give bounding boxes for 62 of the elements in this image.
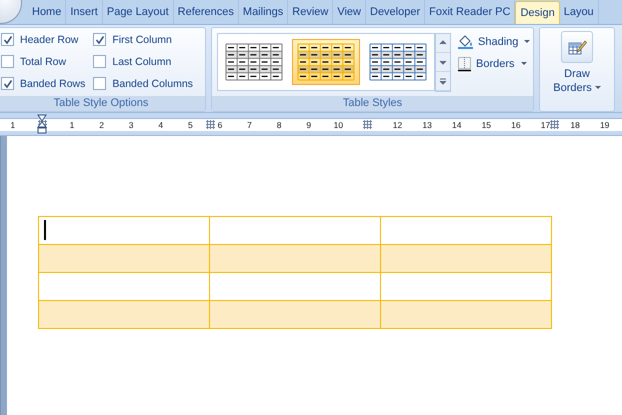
- column-marker-icon[interactable]: [550, 120, 559, 128]
- paint-bucket-icon: [457, 34, 475, 50]
- ruler-number: 14: [452, 118, 462, 130]
- checkbox[interactable]: [93, 55, 106, 68]
- gallery-more-button[interactable]: [436, 72, 450, 91]
- scroll-up-button[interactable]: [436, 34, 450, 53]
- checkbox-label: Header Row: [20, 34, 78, 46]
- ruler-number: 5: [188, 118, 193, 130]
- ruler-number: 9: [306, 118, 312, 130]
- ribbon-tab[interactable]: View: [333, 0, 366, 24]
- caret-icon: [594, 86, 601, 90]
- table-style-thumbnail[interactable]: [292, 39, 360, 85]
- ruler-number: 15: [482, 118, 492, 130]
- ruler-number: 8: [276, 118, 282, 130]
- ruler-number: 4: [158, 118, 164, 130]
- ribbon-tab[interactable]: Review: [288, 0, 334, 24]
- checkbox-label: Banded Columns: [112, 78, 193, 90]
- ribbon-tab[interactable]: Insert: [66, 0, 103, 24]
- expand-icon: [437, 76, 449, 86]
- ruler-number: 19: [600, 118, 610, 130]
- caret-icon: [520, 62, 527, 66]
- borders-button[interactable]: Borders: [457, 55, 530, 73]
- borders-icon: [457, 56, 473, 72]
- checkbox[interactable]: [93, 77, 106, 90]
- ruler-number: 6: [218, 118, 222, 130]
- checkbox[interactable]: [1, 55, 14, 68]
- group-title: Table Styles: [212, 96, 533, 111]
- ruler-number: 18: [570, 118, 580, 130]
- checkbox[interactable]: [93, 33, 106, 46]
- checkbox-label: First Column: [112, 34, 172, 46]
- checkbox[interactable]: [1, 33, 14, 46]
- ruler-number: 3: [128, 118, 134, 130]
- ruler-number: 17: [540, 118, 550, 130]
- scroll-down-button[interactable]: [436, 53, 450, 72]
- ribbon-tab[interactable]: Design: [515, 1, 560, 24]
- checkbox-label: Total Row: [20, 56, 66, 68]
- ribbon-tab[interactable]: Home: [28, 0, 66, 24]
- checkbox[interactable]: [1, 77, 14, 90]
- checkbox-label: Banded Rows: [20, 78, 86, 90]
- ruler-number: 7: [247, 118, 252, 130]
- draw-borders-button[interactable]: Draw Borders: [553, 31, 601, 95]
- ribbon-tab[interactable]: Developer: [366, 0, 426, 24]
- caret-icon: [524, 40, 530, 44]
- ruler-number: 2: [99, 118, 104, 130]
- ruler-number: 1: [70, 118, 74, 130]
- column-marker-icon[interactable]: [206, 120, 215, 128]
- ruler-number: 12: [392, 118, 402, 130]
- ruler-number: 1: [10, 118, 16, 130]
- shading-button[interactable]: Shading: [457, 33, 530, 51]
- table-pencil-icon: [567, 38, 587, 56]
- ribbon-tab[interactable]: Mailings: [238, 0, 288, 24]
- ribbon-tab[interactable]: References: [174, 0, 239, 24]
- group-title: Table Style Options: [0, 96, 205, 111]
- ribbon-tab[interactable]: Layou: [560, 0, 599, 24]
- column-marker-icon[interactable]: [363, 120, 372, 129]
- ribbon-tab[interactable]: Page Layout: [102, 0, 174, 24]
- ruler-number: 10: [334, 118, 344, 130]
- ruler-number: 16: [511, 118, 521, 130]
- checkbox-label: Last Column: [112, 56, 172, 68]
- ruler-number: 13: [422, 118, 432, 130]
- column-marker-icon[interactable]: [38, 120, 47, 129]
- indent-marker-icon[interactable]: [37, 114, 47, 134]
